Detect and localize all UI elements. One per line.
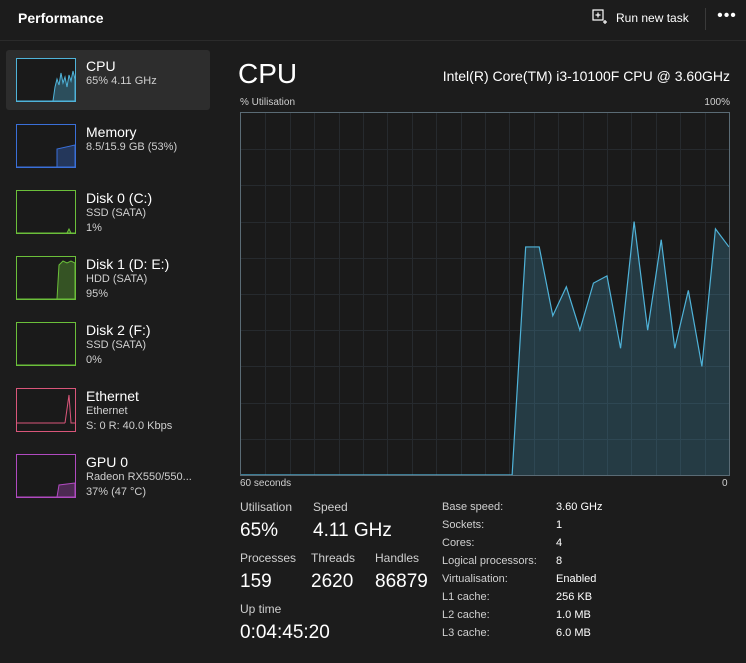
sidebar-thumbnail-graph: [16, 322, 76, 366]
sidebar: CPU 65% 4.11 GHz Memory 8.5/15.9 GB (53%) Di…: [6, 50, 210, 512]
uptime-label: Up time: [240, 602, 282, 616]
cpu-title: CPU: [238, 58, 298, 89]
sidebar-thumbnail-graph: [16, 388, 76, 432]
run-new-task-button[interactable]: Run new task: [592, 8, 689, 28]
processes-value: 159: [240, 571, 272, 592]
sidebar-item-4[interactable]: Disk 2 (F:) SSD (SATA) 0%: [6, 314, 210, 374]
sidebar-thumbnail-graph: [16, 58, 76, 102]
sidebar-item-detail: 65% 4.11 GHz: [86, 75, 157, 87]
info-key: L3 cache:: [442, 627, 490, 639]
info-key: Base speed:: [442, 501, 504, 513]
sidebar-item-name: Memory: [86, 124, 137, 140]
info-value: 256 KB: [556, 591, 593, 603]
handles-label: Handles: [375, 551, 420, 565]
cpu-usage-plot: [241, 221, 729, 475]
info-key: Cores:: [442, 537, 475, 549]
info-key: Virtualisation:: [442, 573, 508, 585]
max-percent-label: 100%: [704, 97, 730, 108]
cpu-usage-area: [241, 221, 729, 475]
cpu-utilisation-graph: [240, 112, 730, 476]
sidebar-item-6[interactable]: GPU 0 Radeon RX550/550... 37% (47 °C): [6, 446, 210, 506]
sidebar-item-name: Disk 1 (D: E:): [86, 256, 170, 272]
info-value: 1.0 MB: [556, 609, 591, 621]
sidebar-thumbnail-graph: [16, 124, 76, 168]
time-span-label: 60 seconds: [240, 478, 292, 489]
sidebar-item-detail: S: 0 R: 40.0 Kbps: [86, 420, 173, 432]
handles-value: 86879: [375, 571, 428, 592]
sidebar-item-2[interactable]: Disk 0 (C:) SSD (SATA) 1%: [6, 182, 210, 242]
sidebar-item-name: Disk 0 (C:): [86, 190, 153, 206]
sidebar-item-detail: SSD (SATA): [86, 207, 147, 219]
sidebar-item-detail: HDD (SATA): [86, 273, 148, 285]
sidebar-item-detail: 0%: [86, 354, 102, 366]
uptime-value: 0:04:45:20: [240, 622, 330, 643]
header-divider: [705, 8, 706, 30]
info-value: 1: [556, 519, 563, 531]
sidebar-thumbnail-graph: [16, 454, 76, 498]
run-task-label: Run new task: [616, 11, 689, 25]
info-value: 8: [556, 555, 563, 567]
sidebar-item-name: Disk 2 (F:): [86, 322, 151, 338]
info-key: Logical processors:: [442, 555, 537, 567]
sidebar-item-detail: 95%: [86, 288, 109, 300]
utilisation-value: 65%: [240, 520, 279, 541]
header-bar: Performance Run new task •••: [0, 0, 746, 41]
cpu-model: Intel(R) Core(TM) i3-10100F CPU @ 3.60GH…: [442, 68, 730, 84]
info-value: 6.0 MB: [556, 627, 591, 639]
page-title: Performance: [18, 10, 104, 26]
sidebar-item-detail: 8.5/15.9 GB (53%): [86, 141, 178, 153]
info-value: Enabled: [556, 573, 597, 585]
threads-value: 2620: [311, 571, 354, 592]
sidebar-item-3[interactable]: Disk 1 (D: E:) HDD (SATA) 95%: [6, 248, 210, 308]
sidebar-item-0[interactable]: CPU 65% 4.11 GHz: [6, 50, 210, 110]
info-key: Sockets:: [442, 519, 485, 531]
sidebar-item-detail: Radeon RX550/550...: [86, 471, 192, 483]
info-key: L1 cache:: [442, 591, 490, 603]
sidebar-item-5[interactable]: Ethernet Ethernet S: 0 R: 40.0 Kbps: [6, 380, 210, 440]
run-task-icon: [592, 8, 608, 28]
sidebar-item-detail: SSD (SATA): [86, 339, 147, 351]
more-options-icon[interactable]: •••: [716, 7, 738, 27]
info-value: 4: [556, 537, 563, 549]
sidebar-thumbnail-graph: [16, 190, 76, 234]
sidebar-item-detail: 1%: [86, 222, 102, 234]
sidebar-item-name: Ethernet: [86, 388, 139, 404]
sidebar-item-detail: 37% (47 °C): [86, 486, 147, 498]
info-key: L2 cache:: [442, 609, 490, 621]
sidebar-thumbnail-graph: [16, 256, 76, 300]
info-value: 3.60 GHz: [556, 501, 603, 513]
speed-label: Speed: [313, 500, 348, 514]
time-zero-label: 0: [722, 478, 728, 489]
sidebar-item-detail: Ethernet: [86, 405, 128, 417]
sidebar-item-1[interactable]: Memory 8.5/15.9 GB (53%): [6, 116, 210, 176]
sidebar-item-name: CPU: [86, 58, 116, 74]
threads-label: Threads: [311, 551, 356, 565]
sidebar-item-name: GPU 0: [86, 454, 129, 470]
utilisation-label: Utilisation: [240, 500, 293, 514]
processes-label: Processes: [240, 551, 297, 565]
utilisation-axis-label: % Utilisation: [240, 97, 296, 108]
speed-value: 4.11 GHz: [313, 520, 392, 541]
